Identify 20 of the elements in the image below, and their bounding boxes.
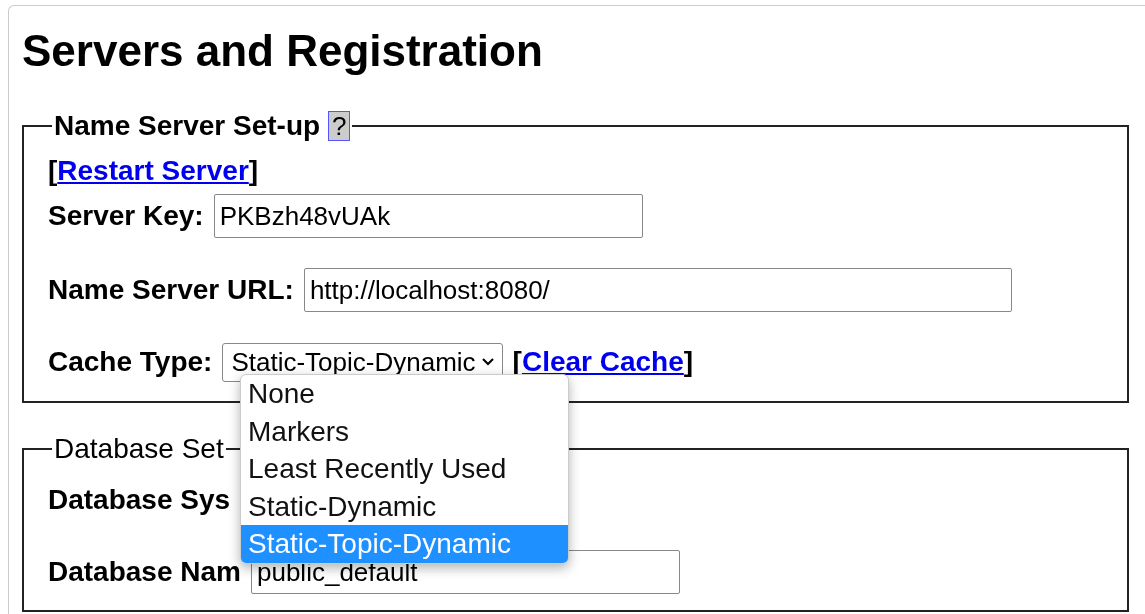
field-label: Database Sys xyxy=(48,483,231,517)
text-field[interactable]: http://localhost:8080/ xyxy=(303,268,1012,312)
dropdown-option[interactable]: Markers xyxy=(241,412,568,451)
dropdown-option[interactable]: Least Recently Used xyxy=(241,450,568,488)
page-title: Servers and Registration xyxy=(22,26,544,76)
section-legend: Name Server Set-up xyxy=(54,110,321,141)
field-label: Database Nam xyxy=(48,555,241,589)
chevron-icon xyxy=(481,358,494,366)
section-legend: Database Set xyxy=(54,433,224,464)
field-label: Name Server URL: xyxy=(48,273,294,307)
field-label: Cache Type: xyxy=(48,345,213,379)
bracket: [ xyxy=(48,155,58,186)
clear-cache-link[interactable]: Clear Cache xyxy=(521,346,684,377)
restart-server-link[interactable]: Restart Server xyxy=(57,155,249,186)
dropdown-option[interactable]: Static-Dynamic xyxy=(241,487,568,526)
bracket: ] xyxy=(248,155,259,186)
text-field[interactable]: PKBzh48vUAk xyxy=(213,194,643,238)
help-button[interactable]: ? xyxy=(327,111,351,141)
field-label: Server Key: xyxy=(48,199,204,233)
bracket: ] xyxy=(683,346,694,377)
